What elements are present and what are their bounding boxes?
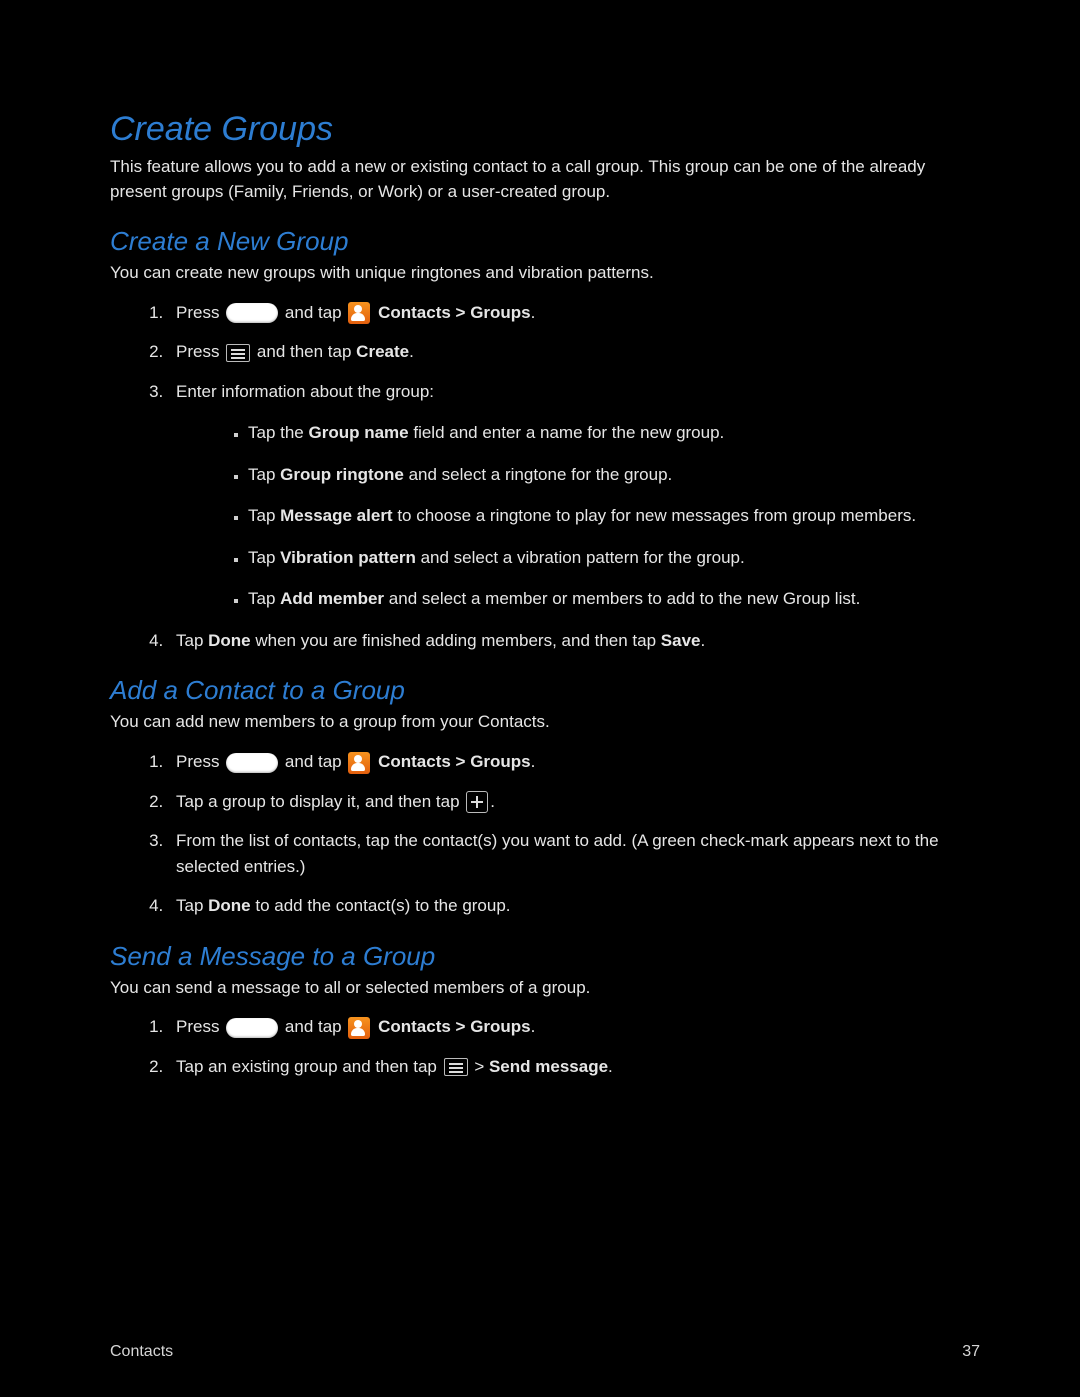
- sec2-step-4: Tap Done to add the contact(s) to the gr…: [168, 893, 980, 919]
- sec1-substeps: Tap the Group name field and enter a nam…: [176, 420, 980, 612]
- text-bold: Done: [208, 631, 251, 650]
- text: Tap: [248, 465, 280, 484]
- text: .: [608, 1057, 613, 1076]
- sec1-step-3: Enter information about the group: Tap t…: [168, 379, 980, 612]
- sec3-step-2: Tap an existing group and then tap > Sen…: [168, 1054, 980, 1080]
- heading-create-new-group: Create a New Group: [110, 226, 980, 257]
- text: Press: [176, 342, 224, 361]
- text: .: [531, 303, 536, 322]
- text: and tap: [280, 1017, 346, 1036]
- text-bold: Contacts > Groups: [373, 303, 530, 322]
- home-button-icon: [226, 303, 278, 323]
- text: Tap: [248, 548, 280, 567]
- text: Tap: [176, 896, 208, 915]
- sec1-steps: Press and tap Contacts > Groups. Press a…: [110, 300, 980, 654]
- text: .: [531, 1017, 536, 1036]
- text: .: [409, 342, 414, 361]
- text: and tap: [280, 752, 346, 771]
- text: .: [531, 752, 536, 771]
- sec3-lead: You can send a message to all or selecte…: [110, 976, 980, 1001]
- sec2-step-1: Press and tap Contacts > Groups.: [168, 749, 980, 775]
- text-bold: Contacts > Groups: [373, 752, 530, 771]
- sec1-sub-2: Tap Group ringtone and select a ringtone…: [248, 462, 980, 488]
- sec2-step-3: From the list of contacts, tap the conta…: [168, 828, 980, 879]
- text: when you are finished adding members, an…: [251, 631, 661, 650]
- text-bold: Done: [208, 896, 251, 915]
- sec3-steps: Press and tap Contacts > Groups. Tap an …: [110, 1014, 980, 1079]
- sec1-step-1: Press and tap Contacts > Groups.: [168, 300, 980, 326]
- text: Press: [176, 752, 224, 771]
- home-button-icon: [226, 753, 278, 773]
- text-bold: Group ringtone: [280, 465, 404, 484]
- contacts-app-icon: [348, 752, 370, 774]
- sec2-lead: You can add new members to a group from …: [110, 710, 980, 735]
- text: >: [470, 1057, 489, 1076]
- document-page: Create Groups This feature allows you to…: [0, 0, 1080, 1397]
- footer-section-name: Contacts: [110, 1343, 173, 1361]
- home-button-icon: [226, 1018, 278, 1038]
- text-bold: Save: [661, 631, 701, 650]
- page-footer: Contacts 37: [110, 1343, 980, 1361]
- text: and then tap: [252, 342, 356, 361]
- intro-paragraph: This feature allows you to add a new or …: [110, 155, 980, 204]
- text-bold: Vibration pattern: [280, 548, 416, 567]
- sec1-sub-4: Tap Vibration pattern and select a vibra…: [248, 545, 980, 571]
- sec1-step-4: Tap Done when you are finished adding me…: [168, 628, 980, 654]
- contacts-app-icon: [348, 1017, 370, 1039]
- text: and select a ringtone for the group.: [404, 465, 672, 484]
- text: .: [490, 792, 495, 811]
- heading-send-message-to-group: Send a Message to a Group: [110, 941, 980, 972]
- text: Press: [176, 1017, 224, 1036]
- text-bold: Create: [356, 342, 409, 361]
- text: and select a vibration pattern for the g…: [416, 548, 745, 567]
- text: to add the contact(s) to the group.: [251, 896, 511, 915]
- heading-create-groups: Create Groups: [110, 110, 980, 149]
- text-bold: Send message: [489, 1057, 608, 1076]
- sec2-step-2: Tap a group to display it, and then tap …: [168, 789, 980, 815]
- sec1-sub-3: Tap Message alert to choose a ringtone t…: [248, 503, 980, 529]
- footer-page-number: 37: [962, 1343, 980, 1361]
- text: and tap: [280, 303, 346, 322]
- text-bold: Message alert: [280, 506, 392, 525]
- sec3-step-1: Press and tap Contacts > Groups.: [168, 1014, 980, 1040]
- contacts-app-icon: [348, 302, 370, 324]
- text: Tap the: [248, 423, 309, 442]
- text: Enter information about the group:: [176, 382, 434, 401]
- menu-icon: [444, 1058, 468, 1076]
- text: field and enter a name for the new group…: [409, 423, 725, 442]
- text: Tap: [176, 631, 208, 650]
- sec1-sub-1: Tap the Group name field and enter a nam…: [248, 420, 980, 446]
- text: to choose a ringtone to play for new mes…: [393, 506, 916, 525]
- sec1-sub-5: Tap Add member and select a member or me…: [248, 586, 980, 612]
- text-bold: Contacts > Groups: [373, 1017, 530, 1036]
- text: Tap a group to display it, and then tap: [176, 792, 464, 811]
- sec1-step-2: Press and then tap Create.: [168, 339, 980, 365]
- text: Press: [176, 303, 224, 322]
- text: Tap: [248, 589, 280, 608]
- sec1-lead: You can create new groups with unique ri…: [110, 261, 980, 286]
- menu-icon: [226, 344, 250, 362]
- plus-icon: [466, 791, 488, 813]
- heading-add-contact-to-group: Add a Contact to a Group: [110, 675, 980, 706]
- text: Tap: [248, 506, 280, 525]
- text-bold: Group name: [309, 423, 409, 442]
- text: .: [701, 631, 706, 650]
- text: Tap an existing group and then tap: [176, 1057, 442, 1076]
- text: and select a member or members to add to…: [384, 589, 860, 608]
- sec2-steps: Press and tap Contacts > Groups. Tap a g…: [110, 749, 980, 919]
- text-bold: Add member: [280, 589, 384, 608]
